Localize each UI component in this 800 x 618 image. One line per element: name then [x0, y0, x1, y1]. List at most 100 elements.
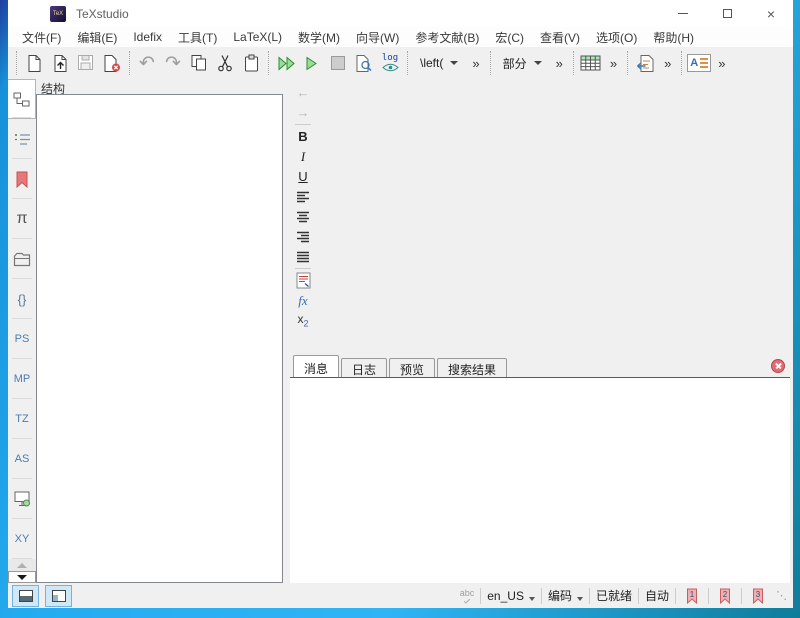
menu-help[interactable]: 帮助(H)	[645, 27, 702, 48]
textblock-button[interactable]	[296, 272, 311, 289]
close-icon: ×	[767, 7, 775, 21]
math-delimiter-value: \left(	[420, 56, 443, 70]
sidebar-item-metapost[interactable]: MP	[8, 359, 36, 399]
status-separator	[589, 588, 590, 604]
resize-grip[interactable]: ⋱	[776, 589, 787, 602]
table-toolbar-overflow-button[interactable]: »	[604, 56, 623, 71]
open-document-button[interactable]	[47, 50, 73, 76]
minimize-button[interactable]	[661, 0, 705, 27]
section-toolbar-overflow-button[interactable]: »	[550, 56, 569, 71]
sidebar-item-bookmarks[interactable]	[8, 159, 36, 199]
math-toolbar-overflow-button[interactable]: »	[466, 56, 485, 71]
sidebar-item-tikz[interactable]: TZ	[8, 399, 36, 439]
sidebar-item-todo[interactable]	[8, 119, 36, 159]
sidebar-item-asymptote[interactable]: AS	[8, 439, 36, 479]
toolbar-separator	[407, 51, 408, 75]
format-button[interactable]: A	[686, 50, 712, 76]
tab-log[interactable]: 日志	[341, 358, 387, 377]
subscript-button[interactable]: x2	[297, 312, 308, 329]
bookmark-1-button[interactable]: 1	[682, 587, 702, 605]
menu-math[interactable]: 数学(M)	[290, 27, 348, 48]
minimize-icon	[678, 13, 688, 14]
insert-formula-button[interactable]: fx	[298, 292, 307, 309]
format-toolbar-overflow-button[interactable]: »	[712, 56, 731, 71]
underline-button[interactable]: U	[298, 168, 307, 185]
math-delimiter-combo[interactable]: \left(	[412, 54, 466, 72]
bookmark-3-button[interactable]: 3	[748, 587, 768, 605]
structure-tree-view[interactable]	[36, 94, 283, 583]
toggle-bottom-panel-button[interactable]	[12, 585, 39, 607]
sidebar-item-brackets[interactable]: {}	[8, 279, 36, 319]
align-left-button[interactable]	[296, 188, 310, 205]
undo-button[interactable]: ↶	[134, 50, 160, 76]
align-center-button[interactable]	[296, 208, 310, 225]
copy-button[interactable]	[186, 50, 212, 76]
maximize-button[interactable]	[705, 0, 749, 27]
encoding-selector[interactable]: 编码	[548, 587, 583, 604]
toolbar-separator	[573, 51, 574, 75]
sidebar-scroll-down-button[interactable]	[8, 571, 36, 583]
menu-options[interactable]: 选项(O)	[588, 27, 645, 48]
cut-button[interactable]	[212, 50, 238, 76]
toggle-side-panel-button[interactable]	[45, 585, 72, 607]
document-left-arrow-icon	[636, 54, 655, 73]
sidebar-item-files[interactable]	[8, 239, 36, 279]
sidebar-item-pstricks[interactable]: PS	[8, 319, 36, 359]
align-justify-button[interactable]	[296, 248, 310, 265]
menu-wizard[interactable]: 向导(W)	[348, 27, 407, 48]
go-back-button[interactable]: ←	[297, 84, 310, 101]
sidebar-item-structure[interactable]	[8, 79, 36, 119]
build-and-view-button[interactable]	[273, 50, 299, 76]
sidebar-item-beamer[interactable]	[8, 479, 36, 519]
new-document-button[interactable]	[21, 50, 47, 76]
menu-edit[interactable]: 编辑(E)	[69, 27, 125, 48]
close-button[interactable]: ×	[749, 0, 793, 27]
go-forward-button[interactable]: →	[297, 104, 310, 121]
menu-macros[interactable]: 宏(C)	[487, 27, 532, 48]
section-combo[interactable]: 部分	[495, 53, 550, 74]
toolbar-separator	[490, 51, 491, 75]
folder-icon	[13, 252, 31, 267]
view-log-button[interactable]: log	[377, 50, 403, 76]
redo-button[interactable]: ↷	[160, 50, 186, 76]
language-selector[interactable]: en_US	[487, 589, 535, 603]
stop-button[interactable]	[325, 50, 351, 76]
insert-table-button[interactable]	[578, 50, 604, 76]
texstudio-window: TeX TeXstudio × 文件(F) 编辑(E) Idefix 工具(T)…	[8, 0, 793, 608]
ready-status: 已就绪	[596, 587, 632, 604]
paste-button[interactable]	[238, 50, 264, 76]
main-area: π {} PS MP TZ AS XY	[8, 79, 793, 583]
indent-toolbar-overflow-button[interactable]: »	[658, 56, 677, 71]
window-title: TeXstudio	[76, 7, 129, 21]
chevron-down-icon	[577, 597, 583, 601]
menu-bibliography[interactable]: 参考文献(B)	[407, 27, 487, 48]
line-ending-selector[interactable]: 自动	[645, 587, 669, 604]
menu-tools[interactable]: 工具(T)	[170, 27, 225, 48]
side-panel-icon	[52, 590, 66, 602]
italic-button[interactable]: I	[301, 148, 305, 165]
menu-latex[interactable]: LaTeX(L)	[225, 28, 290, 46]
close-panel-button[interactable]	[771, 359, 785, 373]
save-button[interactable]	[73, 50, 99, 76]
close-document-button[interactable]	[99, 50, 125, 76]
menu-file[interactable]: 文件(F)	[14, 27, 69, 48]
menu-view[interactable]: 查看(V)	[532, 27, 588, 48]
tab-messages[interactable]: 消息	[293, 355, 339, 377]
align-left-icon	[296, 191, 310, 203]
menu-idefix[interactable]: Idefix	[125, 28, 170, 46]
align-right-button[interactable]	[296, 228, 310, 245]
tab-preview[interactable]: 预览	[389, 358, 435, 377]
maximize-icon	[723, 9, 732, 18]
sidebar-scroll-up-button[interactable]	[8, 559, 36, 571]
tab-search-results[interactable]: 搜索结果	[437, 358, 507, 377]
spellcheck-button[interactable]: abc	[460, 589, 475, 602]
menu-bar: 文件(F) 编辑(E) Idefix 工具(T) LaTeX(L) 数学(M) …	[8, 27, 793, 47]
status-bar: abc en_US 编码 已就绪 自动 1	[8, 583, 793, 608]
indent-button[interactable]	[632, 50, 658, 76]
sidebar-item-xymatrix[interactable]: XY	[8, 519, 36, 559]
compile-button[interactable]	[299, 50, 325, 76]
sidebar-item-symbols[interactable]: π	[8, 199, 36, 239]
bold-button[interactable]: B	[298, 128, 307, 145]
bookmark-2-button[interactable]: 2	[715, 587, 735, 605]
view-pdf-button[interactable]	[351, 50, 377, 76]
